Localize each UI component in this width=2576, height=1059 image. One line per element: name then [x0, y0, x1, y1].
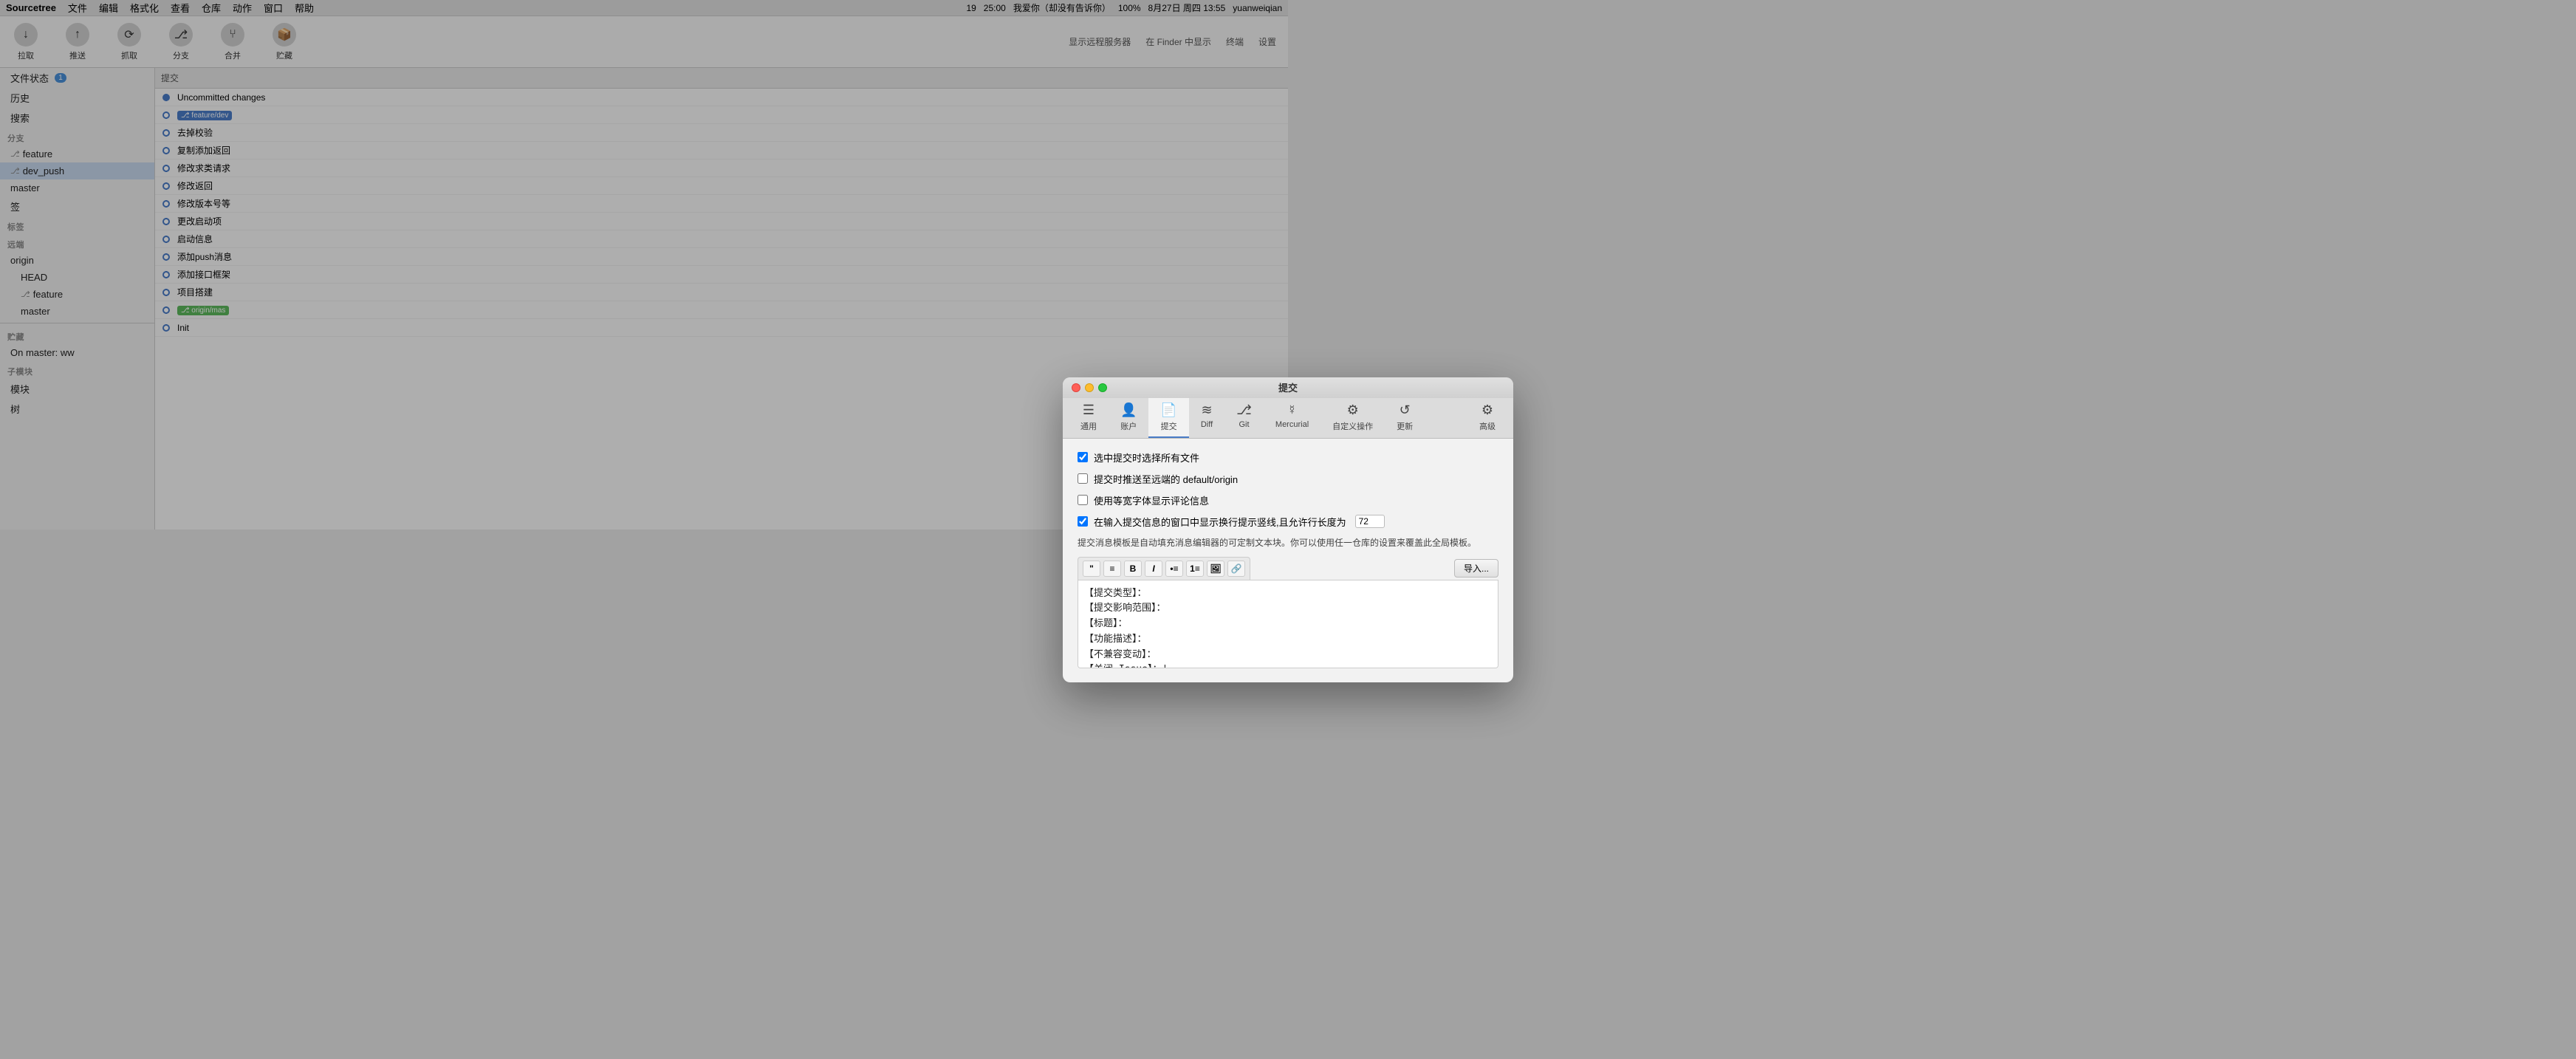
- toolbar-italic-btn[interactable]: I: [1145, 561, 1162, 577]
- tab-diff[interactable]: ≋ Diff: [1189, 398, 1224, 438]
- toolbar-link-btn[interactable]: 🔗: [1227, 561, 1245, 577]
- editor-container: " ≡ B I •≡ 1≡ 🖼 🔗 导入... 【提交类型】： 【提交影响范围】…: [1078, 557, 1498, 671]
- modal-tabs: ☰ 通用 👤 账户 📄 提交 ≋ Diff ⎇ Git ☿ Mercurial: [1063, 398, 1513, 439]
- toolbar-bold-btn[interactable]: B: [1124, 561, 1142, 577]
- commit-settings-modal: 提交 ☰ 通用 👤 账户 📄 提交 ≋ Diff ⎇ Git: [1063, 377, 1513, 682]
- custom-ops-icon: ⚙: [1347, 402, 1359, 418]
- line-wrap-label: 在输入提交信息的窗口中显示换行提示竖线,且允许行长度为: [1094, 515, 1346, 529]
- tab-custom-ops[interactable]: ⚙ 自定义操作: [1320, 398, 1385, 438]
- tab-commit[interactable]: 📄 提交: [1148, 398, 1188, 438]
- diff-icon: ≋: [1201, 402, 1212, 418]
- minimize-button[interactable]: [1085, 383, 1094, 392]
- tab-commit-label: 提交: [1161, 420, 1177, 432]
- tab-advanced-label: 高级: [1479, 420, 1496, 432]
- advanced-icon: ⚙: [1481, 402, 1493, 418]
- editor-toolbar: " ≡ B I •≡ 1≡ 🖼 🔗: [1078, 557, 1250, 580]
- toolbar-bullet-btn[interactable]: •≡: [1165, 561, 1183, 577]
- line-wrap-value-input[interactable]: [1355, 515, 1385, 528]
- checkbox-line-wrap[interactable]: [1078, 516, 1088, 527]
- checkbox-select-all-row: 选中提交时选择所有文件: [1078, 450, 1498, 465]
- tab-diff-label: Diff: [1201, 420, 1213, 429]
- toolbar-list-btn[interactable]: ≡: [1103, 561, 1121, 577]
- checkbox-select-all-label: 选中提交时选择所有文件: [1094, 450, 1199, 465]
- modal-titlebar: 提交: [1063, 377, 1513, 398]
- tab-general-label: 通用: [1080, 420, 1097, 432]
- tab-update-label: 更新: [1397, 420, 1413, 432]
- tab-account[interactable]: 👤 账户: [1109, 398, 1148, 438]
- tab-update[interactable]: ↺ 更新: [1385, 398, 1425, 438]
- line-wrap-row: 在输入提交信息的窗口中显示换行提示竖线,且允许行长度为: [1078, 515, 1498, 529]
- commit-icon: 📄: [1160, 402, 1176, 418]
- mercurial-icon: ☿: [1287, 402, 1298, 418]
- account-icon: 👤: [1120, 402, 1137, 418]
- git-icon: ⎇: [1236, 402, 1252, 418]
- toolbar-numbered-btn[interactable]: 1≡: [1186, 561, 1204, 577]
- checkbox-mono-font-row: 使用等宽字体显示评论信息: [1078, 493, 1498, 507]
- tab-git-label: Git: [1239, 420, 1250, 429]
- editor-toolbar-container: " ≡ B I •≡ 1≡ 🖼 🔗 导入...: [1078, 557, 1498, 580]
- tab-git[interactable]: ⎇ Git: [1224, 398, 1264, 438]
- update-icon: ↺: [1400, 402, 1411, 418]
- template-editor[interactable]: 【提交类型】： 【提交影响范围】： 【标题】： 【功能描述】： 【不兼容变动】：…: [1078, 580, 1498, 668]
- checkbox-push-after-label: 提交时推送至远端的 default/origin: [1094, 472, 1238, 486]
- toolbar-quote-btn[interactable]: ": [1083, 561, 1100, 577]
- tab-mercurial[interactable]: ☿ Mercurial: [1264, 398, 1320, 438]
- checkbox-push-after[interactable]: [1078, 473, 1088, 484]
- close-button[interactable]: [1072, 383, 1080, 392]
- modal-content: 选中提交时选择所有文件 提交时推送至远端的 default/origin 使用等…: [1063, 439, 1513, 682]
- general-icon: ☰: [1083, 402, 1095, 418]
- modal-title: 提交: [1278, 380, 1298, 394]
- traffic-lights: [1072, 383, 1107, 392]
- tab-mercurial-label: Mercurial: [1275, 420, 1309, 429]
- template-description: 提交消息模板是自动填充消息编辑器的可定制文本块。你可以使用任一仓库的设置来覆盖此…: [1078, 536, 1498, 549]
- modal-overlay: 提交 ☰ 通用 👤 账户 📄 提交 ≋ Diff ⎇ Git: [0, 0, 2576, 1059]
- maximize-button[interactable]: [1098, 383, 1107, 392]
- tab-general[interactable]: ☰ 通用: [1069, 398, 1109, 438]
- checkbox-mono-font[interactable]: [1078, 495, 1088, 505]
- tab-account-label: 账户: [1120, 420, 1137, 432]
- toolbar-image-btn[interactable]: 🖼: [1207, 561, 1224, 577]
- checkbox-push-after-row: 提交时推送至远端的 default/origin: [1078, 472, 1498, 486]
- tab-advanced[interactable]: ⚙ 高级: [1467, 398, 1507, 438]
- checkbox-mono-font-label: 使用等宽字体显示评论信息: [1094, 493, 1209, 507]
- tab-custom-ops-label: 自定义操作: [1332, 420, 1373, 432]
- checkbox-select-all[interactable]: [1078, 452, 1088, 462]
- import-button[interactable]: 导入...: [1454, 559, 1498, 578]
